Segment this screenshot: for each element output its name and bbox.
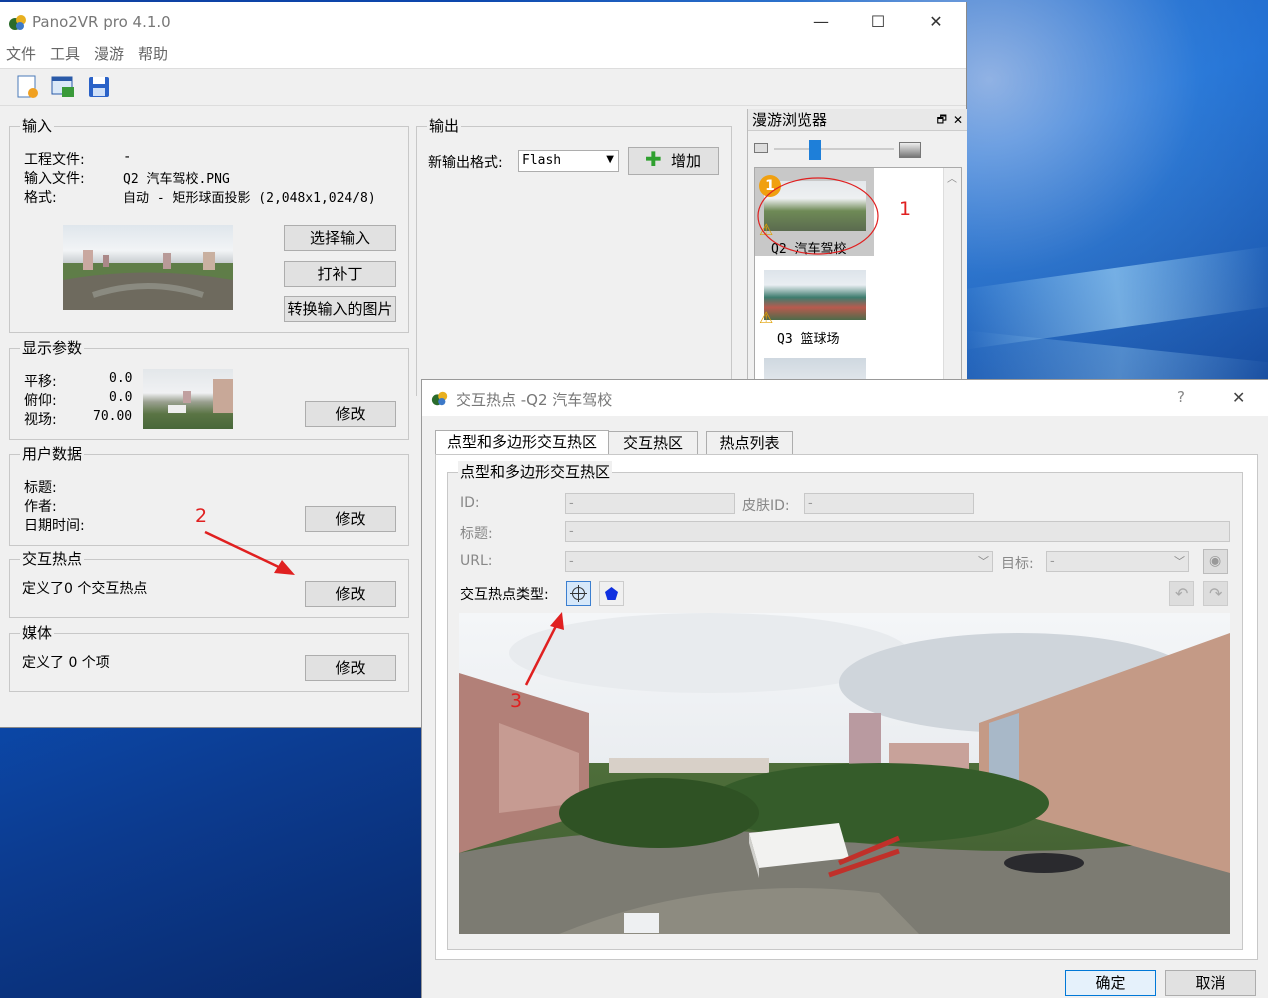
chevron-down-icon: ﹀: [978, 555, 989, 568]
dialog-title: 交互热点 -Q2 汽车驾校: [456, 391, 613, 409]
annotation-arrow-2: [204, 530, 286, 572]
tab-point-polygon-hotspots[interactable]: 点型和多边形交互热区: [435, 430, 609, 455]
annotation-arrowhead-3: [550, 612, 564, 630]
annotation-3: 3: [510, 690, 523, 712]
pentagon-icon: [605, 587, 618, 600]
cancel-button[interactable]: 取消: [1165, 970, 1256, 996]
help-button[interactable]: ?: [1177, 388, 1185, 406]
url-value: -: [569, 554, 574, 569]
redo-icon: ↷: [1209, 584, 1223, 603]
dialog-title-bar: 交互热点 -Q2 汽车驾校 ? ✕: [422, 380, 1268, 416]
target-circle-icon: ◉: [1209, 553, 1222, 569]
annotation-arrow-line: [524, 621, 560, 686]
point-polygon-group: 点型和多边形交互热区 ID: - 皮肤ID: - 标题: - URL: - ﹀ …: [447, 461, 1243, 950]
undo-icon: ↶: [1175, 584, 1189, 603]
skin-id-field[interactable]: -: [804, 493, 974, 514]
ok-button[interactable]: 确定: [1065, 970, 1156, 996]
tab-hotspot-list[interactable]: 热点列表: [706, 431, 793, 454]
target-value: -: [1050, 554, 1055, 569]
hotspot-title-label: 标题:: [460, 526, 493, 542]
annotation-ellipse: [757, 177, 879, 255]
pano2vr-app-icon: [431, 391, 448, 406]
id-field[interactable]: -: [565, 493, 735, 514]
target-select[interactable]: - ﹀: [1046, 551, 1189, 572]
annotation-arrow-3: [524, 612, 564, 686]
url-label: URL:: [460, 553, 493, 569]
id-label: ID:: [460, 495, 480, 511]
url-field[interactable]: - ﹀: [565, 551, 993, 572]
point-polygon-group-label: 点型和多边形交互热区: [458, 461, 613, 482]
dialog-close-button[interactable]: ✕: [1232, 388, 1245, 407]
tab-content-panel: 点型和多边形交互热区 ID: - 皮肤ID: - 标题: - URL: - ﹀ …: [435, 454, 1258, 960]
hotspot-title-field[interactable]: -: [565, 521, 1230, 542]
annotation-2: 2: [195, 505, 208, 527]
target-pick-button[interactable]: ◉: [1203, 549, 1228, 574]
tab-hotspot-areas[interactable]: 交互热区: [608, 431, 698, 454]
polygon-hotspot-button[interactable]: [599, 581, 624, 606]
skin-id-label: 皮肤ID:: [742, 498, 790, 514]
target-label: 目标:: [1001, 556, 1034, 572]
redo-button[interactable]: ↷: [1203, 581, 1228, 606]
annotation-1: 1: [899, 198, 912, 220]
undo-button[interactable]: ↶: [1169, 581, 1194, 606]
chevron-down-icon: ﹀: [1174, 555, 1185, 568]
